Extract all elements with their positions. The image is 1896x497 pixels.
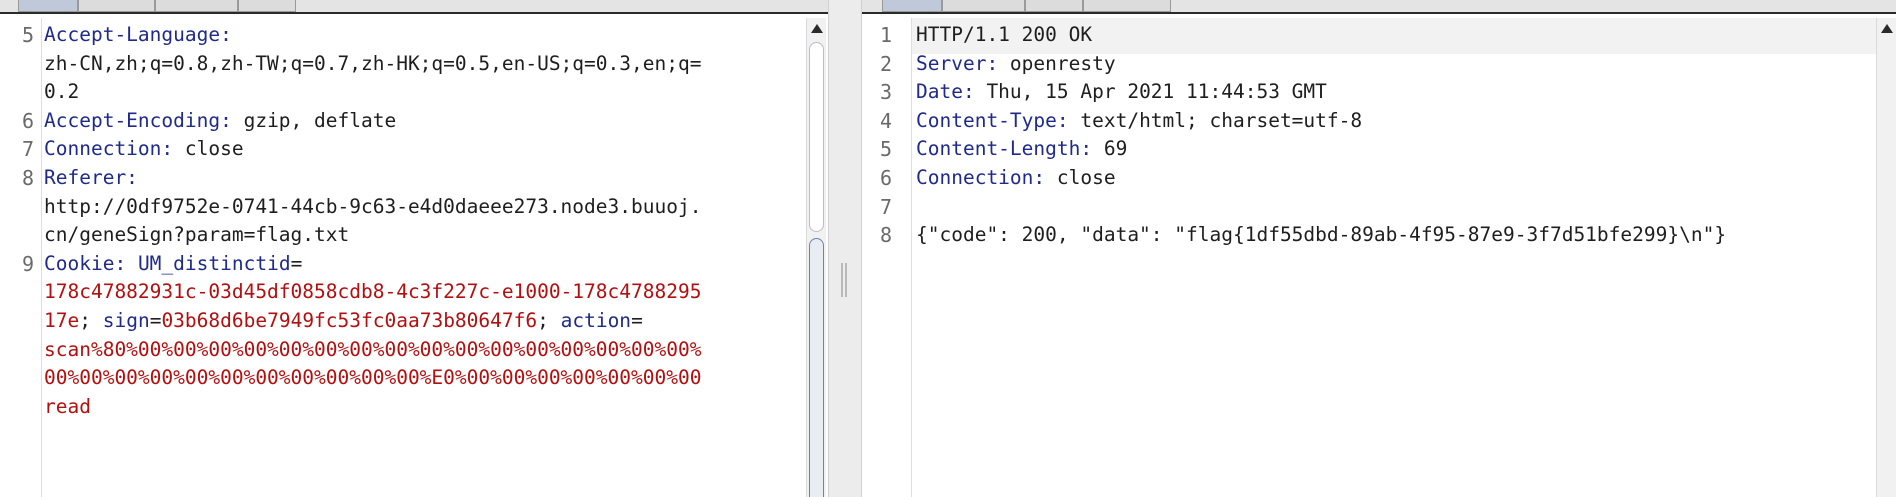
text-value: ;	[537, 309, 561, 332]
text-value: =	[631, 309, 643, 332]
request-tab-headers[interactable]	[155, 0, 238, 12]
response-line-gutter: 12345678	[862, 18, 912, 497]
code-line[interactable]: Connection: close	[916, 161, 1116, 195]
response-tab-strip	[862, 0, 1896, 14]
splitter-grip-icon[interactable]	[841, 263, 847, 297]
pane-splitter[interactable]	[828, 0, 862, 497]
text-value	[126, 252, 138, 275]
request-vertical-scrollbar[interactable]	[806, 18, 826, 497]
code-line[interactable]: 00%00%00%00%00%00%00%00%00%00%00%E0%00%0…	[44, 361, 701, 395]
response-vertical-scrollbar[interactable]	[1876, 18, 1896, 497]
cookie-value: 178c47882931c-03d45df0858cdb8-4c3f227c-e…	[44, 280, 702, 304]
header-name: Cookie:	[44, 251, 127, 275]
text-value: Thu, 15 Apr 2021 11:44:53 GMT	[974, 80, 1327, 104]
request-tab-params[interactable]	[78, 0, 155, 12]
scroll-up-arrow-icon[interactable]	[1881, 24, 1893, 33]
text-value: http://0df9752e-0741-44cb-9c63-e4d0daeee…	[44, 194, 702, 218]
cookie-value: 17e	[44, 309, 80, 332]
text-value: openresty	[998, 51, 1116, 75]
line-number: 8	[879, 223, 892, 248]
header-name: Connection:	[44, 137, 174, 161]
code-line[interactable]: read	[44, 390, 91, 424]
header-name: Connection:	[916, 166, 1046, 189]
code-line[interactable]: {"code": 200, "data": "flag{1df55dbd-89a…	[916, 218, 1726, 252]
response-tab-raw[interactable]	[882, 0, 942, 12]
text-value: HTTP/1.1 200 OK	[916, 23, 1093, 46]
text-value: =	[149, 309, 162, 332]
text-value: close	[173, 137, 244, 161]
request-tab-raw[interactable]	[18, 0, 78, 12]
header-name: Accept-Language:	[44, 23, 232, 46]
request-editor[interactable]: 56789 Accept-Language: zh-CN,zh;q=0.8,zh-…	[0, 18, 828, 497]
text-value: =	[290, 251, 303, 275]
response-pane: 12345678 HTTP/1.1 200 OK Server: openrest…	[862, 0, 1896, 497]
text-value: cn/geneSign?param=flag.txt	[44, 223, 350, 247]
request-pane: 56789 Accept-Language: zh-CN,zh;q=0.8,zh-…	[0, 0, 828, 497]
header-name: sign	[102, 309, 150, 332]
request-scroll-thumb[interactable]	[809, 42, 824, 232]
header-name: Referer:	[44, 166, 138, 189]
header-name: Accept-Encoding:	[44, 108, 232, 132]
line-number: 5	[21, 23, 34, 47]
cookie-value: 03b68d6be7949fc53fc0aa73b80647f6	[161, 309, 538, 332]
text-value: {"code": 200, "data": "flag{1df55dbd-89a…	[916, 223, 1727, 247]
scroll-up-arrow-icon[interactable]	[811, 24, 823, 33]
header-name: Content-Length:	[916, 137, 1093, 161]
response-tab-render[interactable]	[1083, 0, 1171, 12]
request-tab-hex[interactable]	[238, 0, 296, 12]
header-name: Date:	[916, 80, 975, 104]
request-scroll-track-lower[interactable]	[809, 238, 824, 497]
request-line-gutter: 56789	[0, 18, 42, 497]
response-tab-headers[interactable]	[942, 0, 1025, 12]
text-value: 69	[1092, 137, 1128, 161]
text-value: close	[1045, 166, 1116, 189]
header-name: action	[560, 309, 632, 332]
header-name: UM_distinctid	[137, 251, 291, 275]
cookie-value: 00%00%00%00%00%00%00%00%00%00%00%E0%00%0…	[44, 366, 702, 390]
text-value: zh-CN,zh;q=0.8,zh-TW;q=0.7,zh-HK;q=0.5,e…	[44, 51, 702, 75]
code-line[interactable]: zh-CN,zh;q=0.8,zh-TW;q=0.7,zh-HK;q=0.5,e…	[44, 47, 701, 81]
cookie-value: scan%80%00%00%00%00%00%00%00%00%00%00%00…	[44, 337, 702, 361]
response-tab-hex[interactable]	[1025, 0, 1083, 12]
text-value: gzip, deflate	[231, 108, 397, 132]
cookie-value: read	[44, 394, 91, 418]
text-value: ;	[79, 309, 103, 332]
text-value: 0.2	[44, 80, 80, 104]
text-value: text/html; charset=utf-8	[1068, 108, 1363, 132]
response-editor[interactable]: 12345678 HTTP/1.1 200 OK Server: openrest…	[862, 18, 1896, 497]
line-number: 9	[21, 251, 34, 276]
header-name: Content-Type:	[916, 108, 1069, 132]
request-tab-strip	[0, 0, 828, 14]
line-number: 8	[21, 166, 34, 190]
header-name: Server:	[916, 51, 999, 75]
